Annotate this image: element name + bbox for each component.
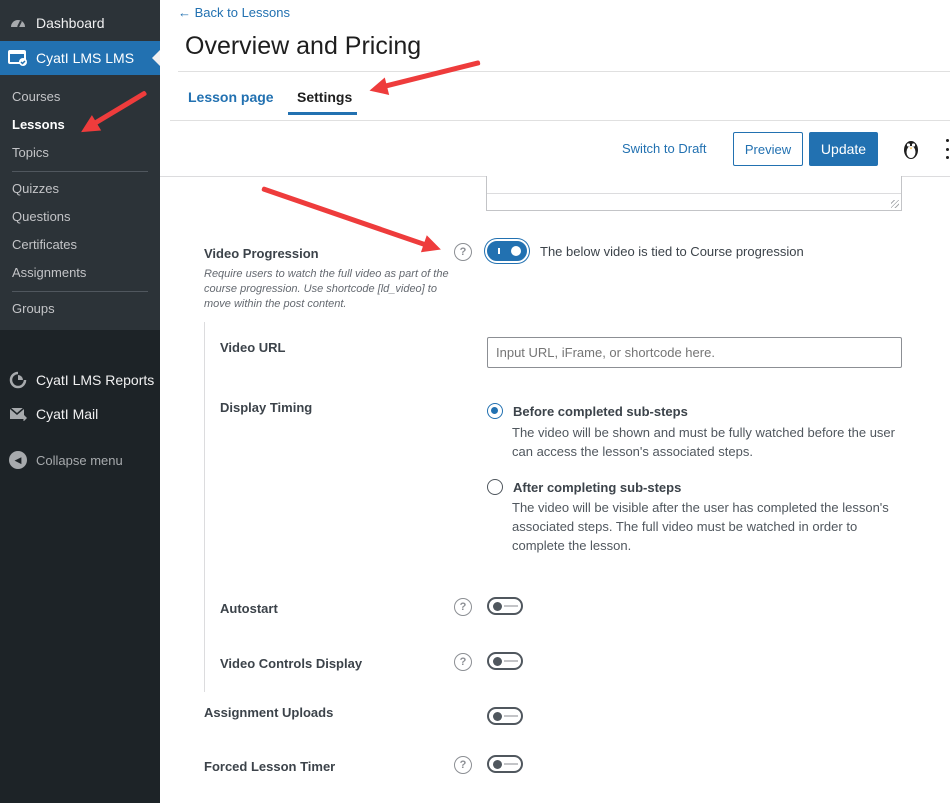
radio-before-completed[interactable]	[487, 403, 503, 419]
annotation-arrow	[261, 186, 429, 248]
collapse-menu-button[interactable]: ◀ Collapse menu	[0, 448, 160, 472]
more-options-icon[interactable]	[944, 139, 950, 159]
mail-icon	[8, 404, 28, 424]
video-progression-description: Require users to watch the full video as…	[204, 268, 449, 310]
active-tab-indicator	[288, 112, 357, 115]
display-timing-label: Display Timing	[220, 400, 313, 415]
sidebar-item-mail[interactable]: CyatI Mail	[0, 397, 160, 431]
radio-after-description: The video will be visible after the user…	[512, 500, 889, 553]
video-url-field[interactable]	[487, 337, 902, 368]
subsection-border	[204, 322, 205, 692]
video-url-input[interactable]	[488, 338, 901, 367]
autostart-toggle[interactable]	[487, 597, 523, 615]
sidebar-item-label: CyatI LMS Reports	[36, 372, 155, 388]
video-url-label: Video URL	[220, 340, 286, 355]
submenu-courses[interactable]: Courses	[12, 89, 60, 104]
tab-settings[interactable]: Settings	[297, 89, 352, 105]
back-to-lessons-link[interactable]: ← Back to Lessons	[178, 5, 290, 20]
annotation-arrow	[382, 60, 481, 90]
submenu-certificates[interactable]: Certificates	[12, 237, 77, 252]
radio-before-description: The video will be shown and must be full…	[512, 425, 895, 459]
forced-lesson-timer-toggle[interactable]	[487, 755, 523, 773]
resize-grip-icon[interactable]	[891, 200, 899, 208]
penguin-icon[interactable]	[899, 137, 923, 161]
preview-button[interactable]: Preview	[733, 132, 803, 166]
tab-lesson-page[interactable]: Lesson page	[188, 89, 274, 105]
reports-icon	[8, 370, 28, 390]
help-icon[interactable]: ?	[454, 653, 472, 671]
submenu-quizzes[interactable]: Quizzes	[12, 181, 59, 196]
content-textarea[interactable]	[486, 176, 902, 211]
divider	[178, 71, 950, 72]
video-progression-label: Video Progression	[204, 246, 319, 261]
radio-after-completing[interactable]	[487, 479, 503, 495]
autostart-label: Autostart	[220, 601, 278, 616]
sidebar-item-label: CyatI Mail	[36, 406, 99, 422]
sidebar-item-label: Dashboard	[36, 15, 105, 31]
page-title: Overview and Pricing	[185, 32, 422, 60]
help-icon[interactable]: ?	[454, 598, 472, 616]
submenu-divider	[12, 171, 148, 172]
sidebar-item-lms[interactable]: CyatI LMS LMS	[0, 41, 160, 75]
collapse-arrow-icon: ◀	[9, 451, 27, 469]
help-icon[interactable]: ?	[454, 243, 472, 261]
lms-icon	[8, 48, 28, 68]
help-icon[interactable]: ?	[454, 756, 472, 774]
divider	[170, 120, 950, 121]
radio-before-title: Before completed sub-steps	[513, 404, 688, 419]
dashboard-icon	[8, 13, 28, 33]
video-progression-toggle-text: The below video is tied to Course progre…	[540, 244, 804, 259]
submenu-topics[interactable]: Topics	[12, 145, 49, 160]
radio-after-title: After completing sub-steps	[513, 480, 682, 495]
update-button[interactable]: Update	[809, 132, 878, 166]
video-controls-toggle[interactable]	[487, 652, 523, 670]
forced-lesson-timer-label: Forced Lesson Timer	[204, 759, 336, 774]
switch-to-draft-button[interactable]: Switch to Draft	[622, 141, 707, 156]
admin-sidebar: Dashboard CyatI LMS LMS Courses Lessons …	[0, 0, 160, 803]
video-progression-toggle[interactable]	[487, 241, 527, 261]
sidebar-item-label: CyatI LMS LMS	[36, 50, 135, 66]
assignment-uploads-toggle[interactable]	[487, 707, 523, 725]
submenu-groups[interactable]: Groups	[12, 301, 55, 316]
submenu-assignments[interactable]: Assignments	[12, 265, 86, 280]
assignment-uploads-label: Assignment Uploads	[204, 705, 334, 720]
sidebar-item-reports[interactable]: CyatI LMS Reports	[0, 363, 160, 397]
sidebar-item-dashboard[interactable]: Dashboard	[0, 6, 160, 40]
submenu-divider	[12, 291, 148, 292]
video-controls-label: Video Controls Display	[220, 656, 363, 671]
submenu-lessons[interactable]: Lessons	[12, 117, 65, 132]
collapse-label: Collapse menu	[36, 452, 123, 468]
submenu-questions[interactable]: Questions	[12, 209, 71, 224]
